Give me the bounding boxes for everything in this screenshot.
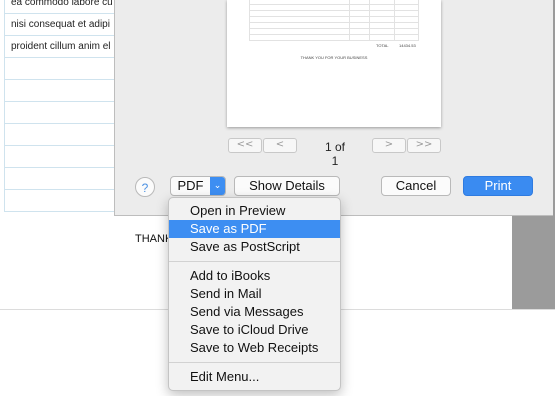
menu-item-edit-menu[interactable]: Edit Menu... [169,368,340,386]
show-details-button[interactable]: Show Details [234,176,340,196]
print-button[interactable]: Print [463,176,533,196]
menu-item-save-to-icloud-drive[interactable]: Save to iCloud Drive [169,321,340,339]
table-row [4,190,118,212]
page-count: 1 of 1 [324,140,345,168]
table-row [4,102,118,124]
preview-thanks-text: THANK YOU FOR YOUR BUSINESS [300,55,368,60]
pdf-dropdown-menu: Open in Preview Save as PDF Save as Post… [168,197,341,391]
print-preview-page: TOTAL 14434.53 THANK YOU FOR YOUR BUSINE… [227,0,441,127]
document-thank-text: THANK [135,233,173,245]
table-row [4,124,118,146]
table-row [4,168,118,190]
table-row [4,58,118,80]
first-page-button[interactable]: << [228,138,262,153]
table-row [4,146,118,168]
cancel-button[interactable]: Cancel [381,176,451,196]
previous-page-button[interactable]: < [263,138,297,153]
menu-item-send-in-mail[interactable]: Send in Mail [169,285,340,303]
help-button[interactable]: ? [135,177,155,197]
menu-separator [169,261,340,262]
table-row: proident cillum anim el [4,36,118,58]
next-page-button[interactable]: > [372,138,406,153]
menu-item-send-via-messages[interactable]: Send via Messages [169,303,340,321]
table-row: nisi consequat et adipi [4,14,118,36]
preview-total-value: 14434.53 [399,43,416,48]
table-row: ea commodo labore cu [4,0,118,14]
print-dialog: TOTAL 14434.53 THANK YOU FOR YOUR BUSINE… [114,0,553,216]
menu-item-save-to-web-receipts[interactable]: Save to Web Receipts [169,339,340,357]
menu-item-save-as-postscript[interactable]: Save as PostScript [169,238,340,256]
preview-table [249,0,419,41]
pdf-menu-button[interactable]: PDF ⌄ [170,176,226,196]
last-page-button[interactable]: >> [407,138,441,153]
table-row [4,80,118,102]
pdf-button-label: PDF [177,178,204,193]
chevron-down-icon: ⌄ [210,177,225,195]
menu-separator [169,362,340,363]
preview-total-label: TOTAL [376,43,389,48]
menu-item-save-as-pdf[interactable]: Save as PDF [169,220,340,238]
menu-item-open-in-preview[interactable]: Open in Preview [169,202,340,220]
menu-item-add-to-ibooks[interactable]: Add to iBooks [169,267,340,285]
